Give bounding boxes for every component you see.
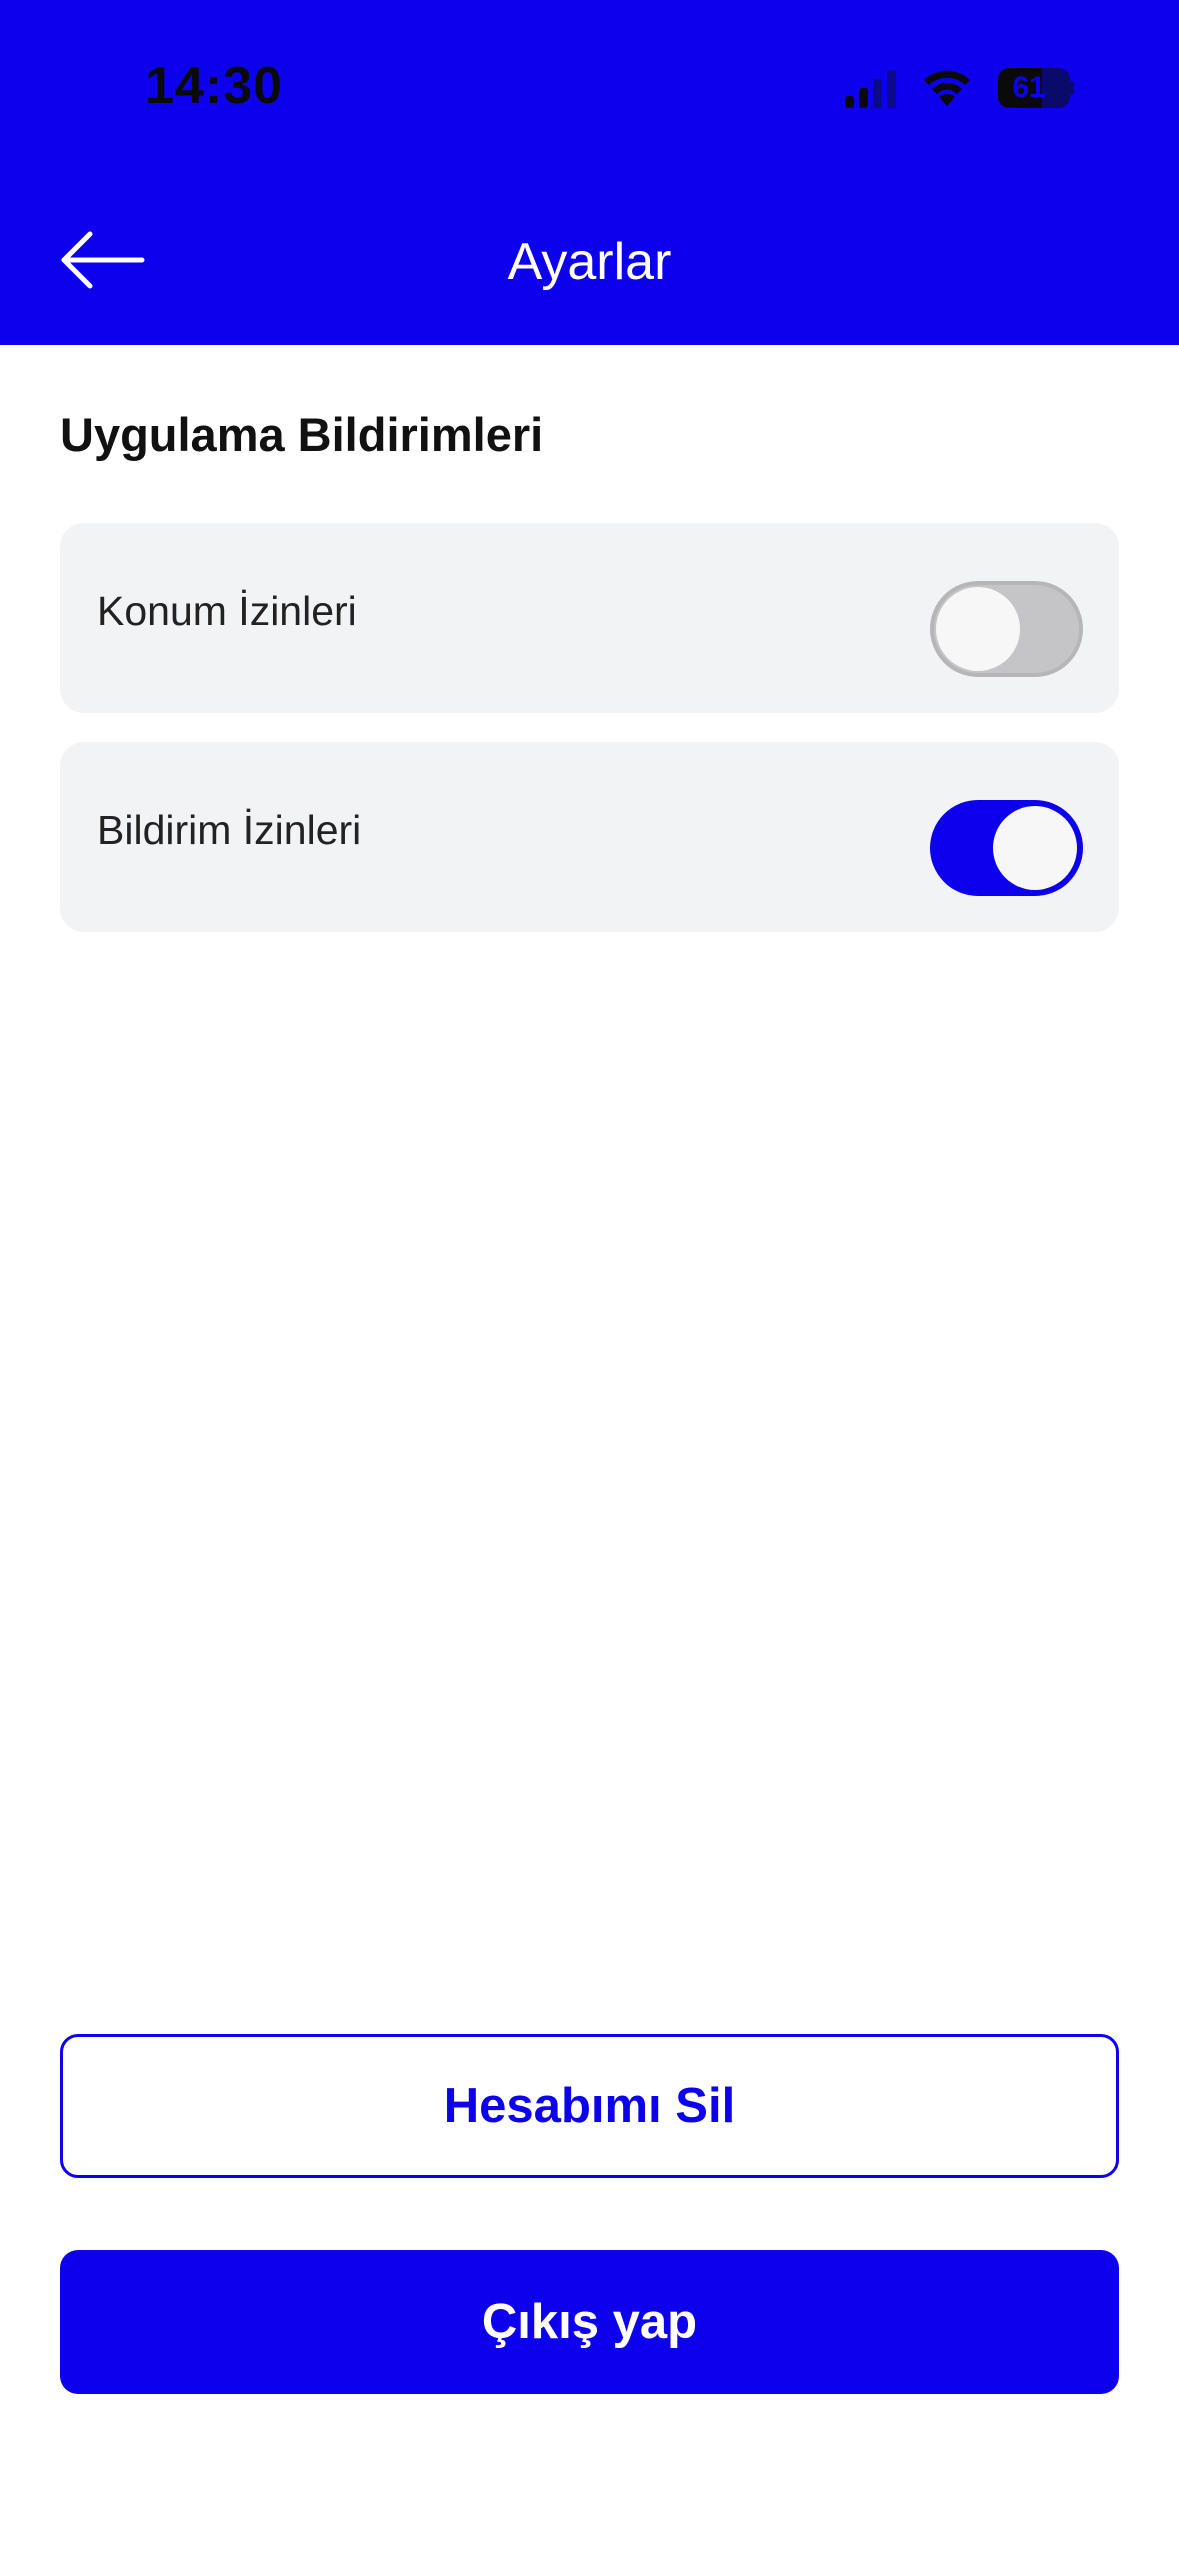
logout-button[interactable]: Çıkış yap xyxy=(60,2250,1119,2394)
battery-indicator: 61 xyxy=(998,68,1074,108)
page-title: Ayarlar xyxy=(507,233,672,291)
cellular-signal-icon xyxy=(845,70,896,108)
toggle-knob xyxy=(936,587,1020,671)
section-title: Uygulama Bildirimleri xyxy=(60,408,544,461)
app-header: 14:30 61 Ayarlar xyxy=(0,0,1179,345)
notification-permissions-toggle[interactable] xyxy=(930,800,1083,896)
battery-icon: 61 xyxy=(998,68,1070,108)
location-permissions-toggle[interactable] xyxy=(930,581,1083,677)
notification-permissions-label: Bildirim İzinleri xyxy=(97,807,362,853)
toggle-knob xyxy=(993,806,1077,890)
location-permissions-label: Konum İzinleri xyxy=(97,588,357,634)
notification-permissions-row: Bildirim İzinleri xyxy=(60,742,1119,932)
battery-tip xyxy=(1070,81,1074,95)
battery-level: 61 xyxy=(1012,71,1046,104)
status-time: 14:30 xyxy=(145,57,283,115)
location-permissions-row: Konum İzinleri xyxy=(60,523,1119,713)
wifi-icon xyxy=(924,70,970,106)
delete-account-button[interactable]: Hesabımı Sil xyxy=(60,2034,1119,2178)
